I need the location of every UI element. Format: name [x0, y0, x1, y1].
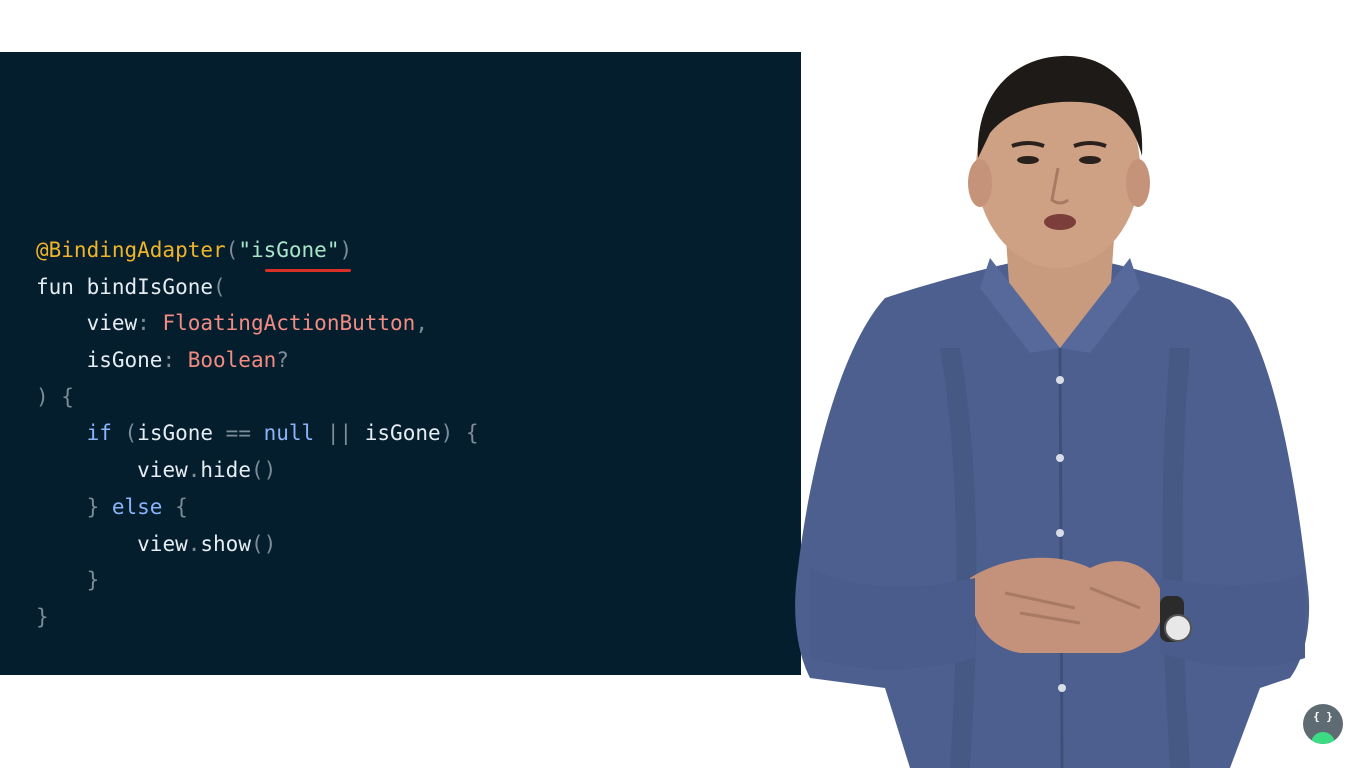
code-block: @BindingAdapter("isGone") fun bindIsGone(…: [36, 232, 479, 636]
braces-glyph: { }: [1313, 710, 1333, 723]
param-name: view: [86, 311, 138, 336]
keyword-null: null: [263, 421, 315, 446]
code-line-10: }: [86, 568, 100, 593]
code-line-11: }: [36, 604, 49, 629]
keyword-fun: fun: [36, 274, 87, 299]
code-line-5: ) {: [36, 384, 74, 409]
annotation-token: @BindingAdapter: [36, 238, 226, 262]
code-line-7: view.hide(): [137, 458, 277, 483]
android-robot-icon: [1311, 732, 1335, 744]
code-slide-panel: @BindingAdapter("isGone") fun bindIsGone(…: [0, 52, 801, 675]
highlight-underline: [265, 269, 351, 272]
keyword-if: if: [86, 421, 112, 446]
param-type: Boolean: [187, 348, 277, 373]
keyword-else: else: [111, 494, 163, 519]
code-line-8: } else {: [86, 494, 188, 519]
string-token: "isGone": [238, 238, 340, 262]
code-line-6: if (isGone == null || isGone) {: [86, 421, 479, 446]
presenter-illustration: [795, 55, 1310, 769]
function-name: bindIsGone: [86, 274, 214, 299]
presenter-figure: [790, 48, 1320, 769]
code-line-3: view: FloatingActionButton,: [86, 311, 428, 336]
code-line-2: fun bindIsGone(: [36, 274, 226, 299]
param-type: FloatingActionButton: [162, 311, 416, 336]
method-call: show: [200, 531, 251, 556]
param-name: isGone: [86, 348, 163, 373]
android-developers-icon: { }: [1303, 704, 1343, 744]
code-line-9: view.show(): [137, 531, 277, 556]
code-line-1: @BindingAdapter("isGone"): [36, 238, 353, 262]
code-line-4: isGone: Boolean?: [86, 348, 289, 373]
method-call: hide: [200, 458, 251, 483]
